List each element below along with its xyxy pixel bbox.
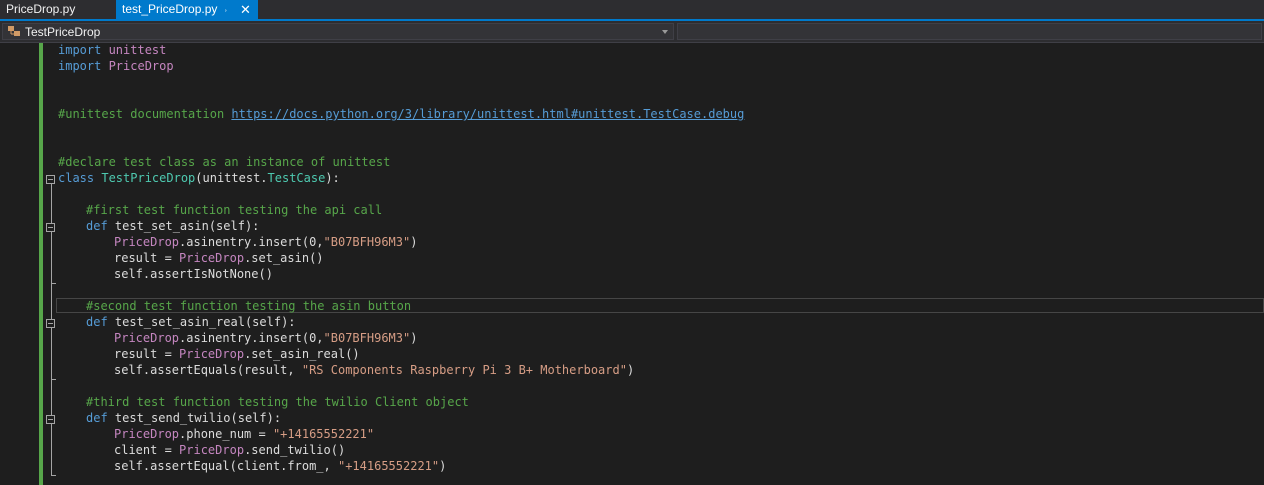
code-line: def test_set_asin_real(self):: [86, 315, 296, 329]
collapse-method-icon[interactable]: [46, 223, 55, 232]
tab-pricedrop[interactable]: PriceDrop.py: [0, 0, 116, 19]
code-line: self.assertIsNotNone(): [114, 267, 273, 281]
outline-end: [51, 379, 56, 380]
code-line: #first test function testing the api cal…: [86, 203, 383, 217]
code-line: #declare test class as an instance of un…: [58, 155, 391, 169]
class-icon: [8, 26, 20, 36]
tab-label: test_PriceDrop.py: [122, 2, 218, 16]
tab-test-pricedrop[interactable]: test_PriceDrop.py ˒ ✕: [116, 0, 258, 19]
code-line: #unittest documentation https://docs.pyt…: [58, 107, 745, 121]
navigation-bar: TestPriceDrop: [0, 21, 1264, 43]
code-line: self.assertEquals(result, "RS Components…: [114, 363, 635, 377]
code-line: def test_set_asin(self):: [86, 219, 260, 233]
chevron-down-icon: [662, 30, 668, 34]
outline-end: [51, 283, 56, 284]
tab-strip: PriceDrop.py test_PriceDrop.py ˒ ✕: [0, 0, 1264, 21]
class-dropdown-label: TestPriceDrop: [25, 25, 101, 39]
tab-label: PriceDrop.py: [6, 2, 76, 16]
code-line: #second test function testing the asin b…: [86, 299, 412, 313]
code-line: PriceDrop.asinentry.insert(0,"B07BFH96M3…: [114, 331, 418, 345]
code-line: PriceDrop.phone_num = "+14165552221": [114, 427, 375, 441]
code-line: class TestPriceDrop(unittest.TestCase):: [58, 171, 340, 185]
code-line: result = PriceDrop.set_asin(): [114, 251, 324, 265]
code-line: client = PriceDrop.send_twilio(): [114, 443, 346, 457]
code-line: PriceDrop.asinentry.insert(0,"B07BFH96M3…: [114, 235, 418, 249]
code-line: result = PriceDrop.set_asin_real(): [114, 347, 360, 361]
collapse-class-icon[interactable]: [46, 175, 55, 184]
code-line: import unittest: [58, 43, 167, 57]
code-line: import PriceDrop: [58, 59, 174, 73]
pin-icon[interactable]: ˒: [224, 0, 228, 19]
close-icon[interactable]: ✕: [240, 0, 251, 19]
code-line: def test_send_twilio(self):: [86, 411, 282, 425]
outline-end: [51, 475, 56, 476]
code-line: #third test function testing the twilio …: [86, 395, 469, 409]
documentation-link[interactable]: https://docs.python.org/3/library/unitte…: [231, 107, 744, 121]
collapse-method-icon[interactable]: [46, 319, 55, 328]
change-tracking-bar: [39, 43, 43, 485]
class-dropdown[interactable]: TestPriceDrop: [2, 23, 674, 40]
collapse-method-icon[interactable]: [46, 415, 55, 424]
member-dropdown[interactable]: [677, 23, 1262, 40]
code-line: self.assertEqual(client.from_, "+1416555…: [114, 459, 447, 473]
code-editor[interactable]: import unittest import PriceDrop #unitte…: [0, 43, 1264, 485]
